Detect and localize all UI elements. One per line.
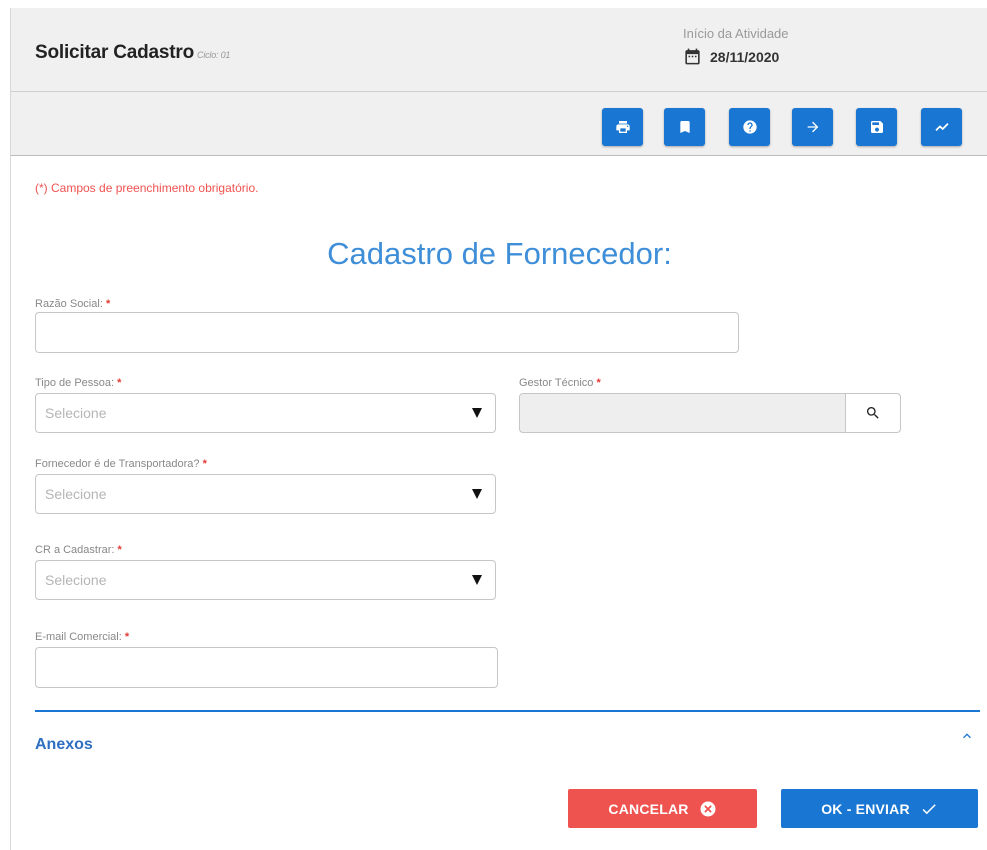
trending-icon	[934, 123, 949, 131]
action-toolbar	[11, 92, 987, 156]
required-fields-note: (*) Campos de preenchimento obrigatório.	[35, 181, 259, 195]
help-button[interactable]	[729, 108, 770, 146]
gestor-tecnico-field[interactable]	[519, 393, 901, 433]
form-heading: Cadastro de Fornecedor:	[327, 236, 672, 271]
ok-send-button-label: OK - ENVIAR	[821, 800, 910, 817]
cr-cadastrar-value: Selecione	[45, 572, 107, 588]
activity-date-label: Início da Atividade	[683, 26, 789, 41]
required-mark: *	[117, 377, 122, 389]
required-mark: *	[596, 377, 601, 389]
gestor-tecnico-label: Gestor Técnico *	[519, 377, 601, 389]
page-title: Solicitar Cadastro Ciclo: 01	[35, 42, 230, 64]
tipo-pessoa-value: Selecione	[45, 405, 107, 421]
page-title-text: Solicitar Cadastro	[35, 42, 195, 63]
dropdown-arrow-icon	[472, 575, 482, 585]
search-icon	[867, 407, 879, 419]
dropdown-arrow-icon	[472, 408, 482, 418]
save-button[interactable]	[856, 108, 897, 146]
cycle-label: Ciclo: 01	[197, 50, 231, 60]
dropdown-arrow-icon	[472, 489, 482, 499]
cr-cadastrar-select[interactable]: Selecione	[35, 560, 496, 600]
cancel-button-label: CANCELAR	[608, 800, 689, 817]
transportadora-label: Fornecedor é de Transportadora? *	[35, 458, 207, 470]
activity-date-value: 28/11/2020	[710, 48, 780, 65]
print-icon	[615, 121, 630, 133]
gestor-tecnico-search-button[interactable]	[845, 394, 900, 432]
arrow-right-icon	[807, 121, 818, 133]
email-comercial-label: E-mail Comercial: *	[35, 631, 130, 643]
required-mark: *	[117, 544, 122, 556]
forward-button[interactable]	[792, 108, 833, 146]
page-frame: Solicitar Cadastro Ciclo: 01 Início da At…	[10, 8, 987, 850]
chevron-up-icon[interactable]	[959, 728, 975, 744]
print-button[interactable]	[602, 108, 643, 146]
required-mark: *	[124, 631, 130, 643]
bookmark-button[interactable]	[664, 108, 705, 146]
required-mark: *	[202, 458, 207, 470]
bookmark-icon	[679, 121, 690, 133]
razao-social-input[interactable]	[35, 312, 739, 353]
header-bar: Solicitar Cadastro Ciclo: 01 Início da At…	[11, 8, 987, 92]
tipo-pessoa-label: Tipo de Pessoa: *	[35, 377, 122, 389]
cancel-circle-icon	[700, 801, 716, 816]
ok-send-button[interactable]: OK - ENVIAR	[781, 789, 978, 828]
trending-button[interactable]	[921, 108, 962, 146]
check-icon	[922, 803, 936, 814]
save-icon	[870, 121, 883, 133]
help-icon	[742, 120, 757, 134]
cr-cadastrar-label: CR a Cadastrar: *	[35, 544, 122, 556]
anexos-divider	[35, 710, 980, 712]
activity-date: Início da Atividade 28/11/2020	[683, 26, 789, 66]
anexos-section-title[interactable]: Anexos	[35, 736, 93, 754]
required-mark: *	[105, 298, 111, 310]
transportadora-select[interactable]: Selecione	[35, 474, 496, 514]
cancel-button[interactable]: CANCELAR	[568, 789, 757, 828]
calendar-icon	[685, 48, 700, 65]
transportadora-value: Selecione	[45, 486, 107, 502]
razao-social-label: Razão Social: *	[35, 298, 111, 310]
email-comercial-input[interactable]	[35, 647, 498, 688]
tipo-pessoa-select[interactable]: Selecione	[35, 393, 496, 433]
